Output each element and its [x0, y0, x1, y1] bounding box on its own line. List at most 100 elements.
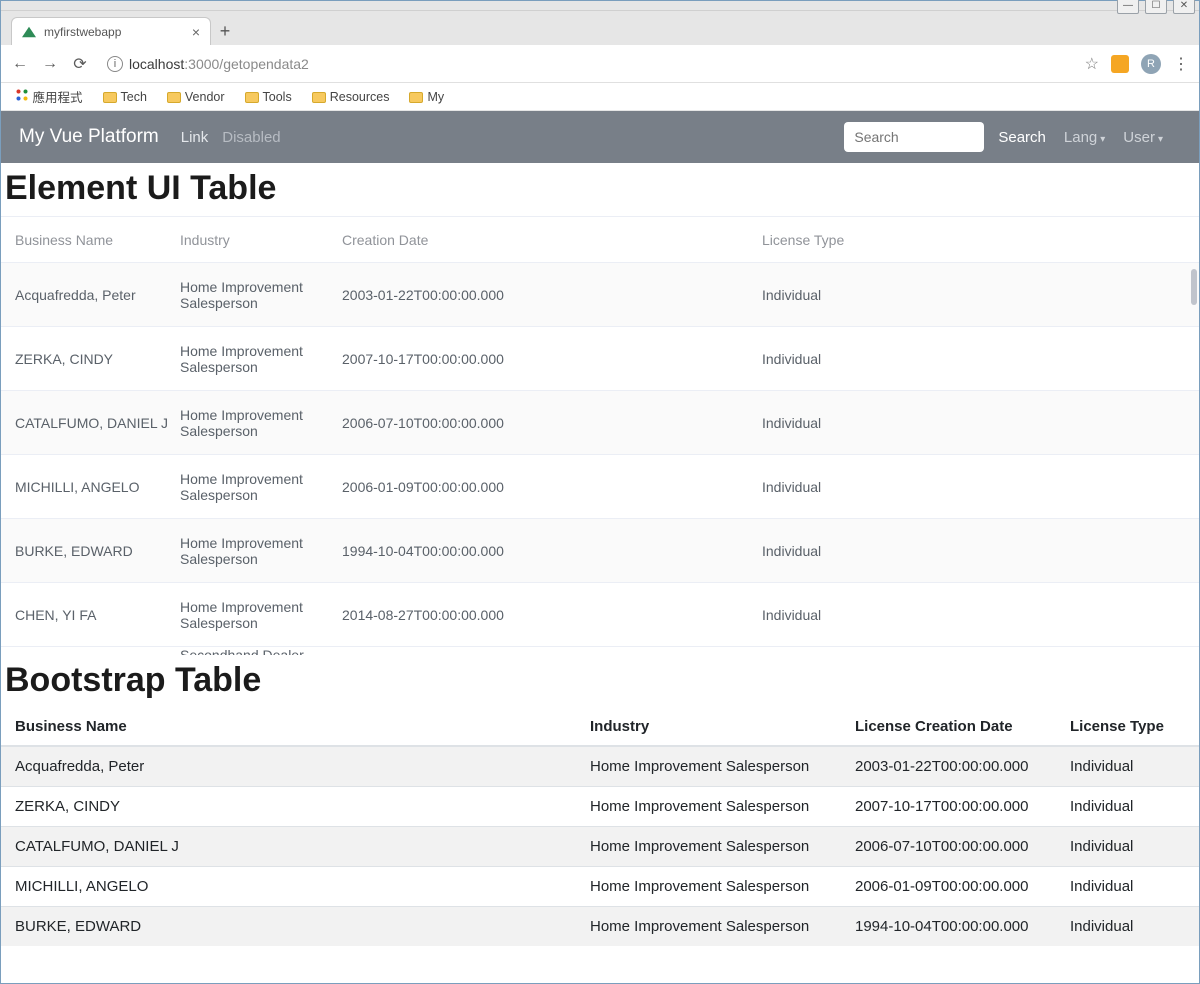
- cell-industry: Home Improvement Salesperson: [576, 787, 841, 827]
- reload-button[interactable]: ⟳: [71, 54, 89, 74]
- browser-menu-button[interactable]: ⋮: [1173, 54, 1189, 74]
- window-maximize-button[interactable]: ☐: [1145, 0, 1167, 14]
- cell-license-type: Individual: [762, 415, 1185, 431]
- navbar-lang-dropdown[interactable]: Lang▾: [1064, 129, 1105, 146]
- cell-industry: Home Improvement Salesperson: [180, 599, 342, 631]
- col-header-license-type[interactable]: License Type: [762, 232, 1185, 248]
- window-titlebar: — ☐ ✕: [1, 1, 1199, 11]
- element-ui-table-body[interactable]: Acquafredda, PeterHome Improvement Sales…: [1, 263, 1199, 655]
- app-navbar: My Vue Platform Link Disabled Search Lan…: [1, 111, 1199, 163]
- site-info-icon[interactable]: i: [107, 56, 123, 72]
- bookmark-folder[interactable]: Tools: [245, 90, 292, 104]
- cell-license-type: Individual: [762, 543, 1185, 559]
- cell-business-name: ZERKA, CINDY: [1, 787, 576, 827]
- cell-industry: Home Improvement Salesperson: [180, 535, 342, 567]
- cell-license-creation-date: 2006-01-09T00:00:00.000: [841, 867, 1056, 907]
- window-close-button[interactable]: ✕: [1173, 0, 1195, 14]
- chevron-down-icon: ▾: [1100, 134, 1105, 145]
- section-title-bootstrap: Bootstrap Table: [5, 661, 1195, 700]
- navbar-brand[interactable]: My Vue Platform: [19, 126, 159, 148]
- navbar-user-dropdown[interactable]: User▾: [1123, 129, 1163, 146]
- cell-industry: Home Improvement Salesperson: [576, 867, 841, 907]
- folder-icon: [409, 92, 423, 103]
- profile-avatar[interactable]: R: [1141, 54, 1161, 74]
- col-header-industry[interactable]: Industry: [180, 232, 342, 248]
- col-header-business-name[interactable]: Business Name: [1, 708, 576, 746]
- navbar-link[interactable]: Link: [181, 129, 209, 146]
- window-minimize-button[interactable]: —: [1117, 0, 1139, 14]
- cell-business-name: CATALFUMO, DANIEL J: [1, 827, 576, 867]
- browser-tab[interactable]: myfirstwebapp ×: [11, 17, 211, 45]
- table-row[interactable]: ZERKA, CINDYHome Improvement Salesperson…: [1, 327, 1199, 391]
- bookmark-folder[interactable]: Resources: [312, 90, 390, 104]
- cell-business-name: Acquafredda, Peter: [1, 746, 576, 787]
- cell-license-type: Individual: [762, 287, 1185, 303]
- cell-business-name: BURKE, EDWARD: [1, 907, 576, 947]
- table-row[interactable]: Acquafredda, PeterHome Improvement Sales…: [1, 263, 1199, 327]
- url-box[interactable]: i localhost:3000/getopendata2: [101, 54, 1065, 74]
- back-button[interactable]: ←: [11, 55, 29, 73]
- cell-industry: Home Improvement Salesperson: [180, 407, 342, 439]
- table-row[interactable]: BURKE, EDWARDHome Improvement Salesperso…: [1, 907, 1199, 947]
- cell-industry: Secondhand Dealer - Ge: [180, 647, 342, 655]
- cell-industry: Home Improvement Salesperson: [180, 279, 342, 311]
- extension-icon[interactable]: [1111, 55, 1129, 73]
- favicon-icon: [22, 25, 36, 39]
- col-header-license-creation-date[interactable]: License Creation Date: [841, 708, 1056, 746]
- bookmark-folder[interactable]: My: [409, 90, 444, 104]
- cell-industry: Home Improvement Salesperson: [180, 343, 342, 375]
- apps-shortcut[interactable]: 應用程式: [15, 87, 83, 106]
- cell-creation-date: 2014-08-27T00:00:00.000: [342, 607, 762, 623]
- navbar-search-button[interactable]: Search: [998, 129, 1046, 146]
- chevron-down-icon: ▾: [1158, 134, 1163, 145]
- cell-business-name: MICHILLI, ANGELO: [1, 867, 576, 907]
- element-ui-table: Business Name Industry Creation Date Lic…: [1, 216, 1199, 655]
- tab-close-icon[interactable]: ×: [192, 24, 200, 40]
- table-row[interactable]: MICHILLI, ANGELOHome Improvement Salespe…: [1, 867, 1199, 907]
- cell-license-type: Individual: [1056, 907, 1199, 947]
- forward-button[interactable]: →: [41, 55, 59, 73]
- bookmarks-bar: 應用程式 Tech Vendor Tools Resources My: [1, 83, 1199, 111]
- apps-icon: [15, 88, 29, 102]
- navbar-search-input[interactable]: [844, 122, 984, 152]
- table-row[interactable]: Acquafredda, PeterHome Improvement Sales…: [1, 746, 1199, 787]
- cell-license-type: Individual: [1056, 867, 1199, 907]
- cell-license-type: Individual: [762, 351, 1185, 367]
- cell-business-name: ZERKA, CINDY: [15, 351, 180, 367]
- cell-license-creation-date: 2006-07-10T00:00:00.000: [841, 827, 1056, 867]
- table-row[interactable]: CATALFUMO, DANIEL JHome Improvement Sale…: [1, 391, 1199, 455]
- cell-industry: Home Improvement Salesperson: [576, 907, 841, 947]
- col-header-license-type[interactable]: License Type: [1056, 708, 1199, 746]
- table-row[interactable]: CHEN, YI FAHome Improvement Salesperson2…: [1, 583, 1199, 647]
- table-header-row: Business Name Industry License Creation …: [1, 708, 1199, 746]
- tab-strip: myfirstwebapp × +: [1, 11, 1199, 45]
- table-row[interactable]: CATALFUMO, DANIEL JHome Improvement Sale…: [1, 827, 1199, 867]
- col-header-business-name[interactable]: Business Name: [15, 232, 180, 248]
- table-scrollbar-thumb[interactable]: [1191, 269, 1197, 305]
- cell-creation-date: 2006-01-09T00:00:00.000: [342, 479, 762, 495]
- table-row[interactable]: ZERKA, CINDYHome Improvement Salesperson…: [1, 787, 1199, 827]
- bootstrap-table: Business Name Industry License Creation …: [1, 708, 1199, 946]
- col-header-creation-date[interactable]: Creation Date: [342, 232, 762, 248]
- table-row[interactable]: Secondhand Dealer - Ge: [1, 647, 1199, 655]
- bookmark-star-icon[interactable]: ☆: [1085, 54, 1099, 74]
- cell-license-type: Individual: [762, 607, 1185, 623]
- col-header-industry[interactable]: Industry: [576, 708, 841, 746]
- cell-license-type: Individual: [762, 479, 1185, 495]
- page-scroll[interactable]: My Vue Platform Link Disabled Search Lan…: [1, 111, 1199, 983]
- url-text: localhost:3000/getopendata2: [129, 56, 309, 72]
- cell-business-name: BURKE, EDWARD: [15, 543, 180, 559]
- bookmark-folder[interactable]: Tech: [103, 90, 147, 104]
- cell-license-type: Individual: [1056, 827, 1199, 867]
- table-row[interactable]: MICHILLI, ANGELOHome Improvement Salespe…: [1, 455, 1199, 519]
- tab-title: myfirstwebapp: [44, 25, 192, 39]
- cell-license-creation-date: 2003-01-22T00:00:00.000: [841, 746, 1056, 787]
- cell-industry: Home Improvement Salesperson: [576, 746, 841, 787]
- table-row[interactable]: BURKE, EDWARDHome Improvement Salesperso…: [1, 519, 1199, 583]
- new-tab-button[interactable]: +: [211, 17, 239, 45]
- bookmark-folder[interactable]: Vendor: [167, 90, 225, 104]
- cell-license-type: Individual: [1056, 787, 1199, 827]
- cell-business-name: Acquafredda, Peter: [15, 287, 180, 303]
- section-title-element-ui: Element UI Table: [5, 169, 1195, 208]
- cell-creation-date: 2007-10-17T00:00:00.000: [342, 351, 762, 367]
